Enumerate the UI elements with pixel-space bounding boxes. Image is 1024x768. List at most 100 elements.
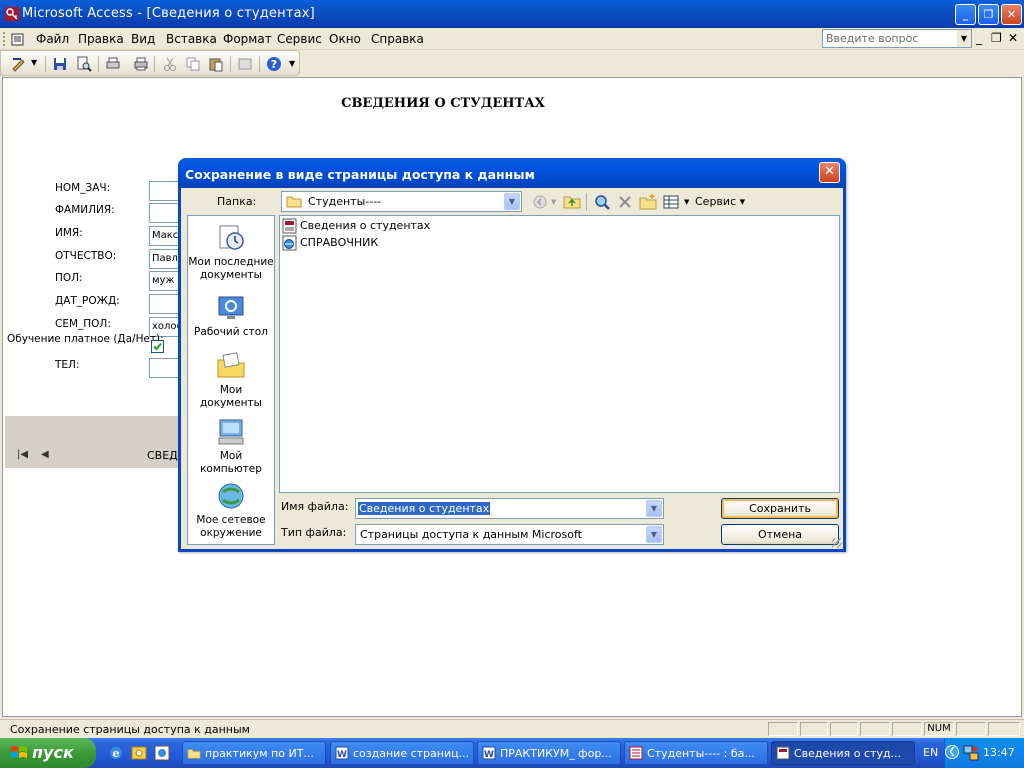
document-icon[interactable] [10, 31, 26, 47]
new-folder-icon[interactable] [639, 193, 657, 211]
maximize-button[interactable]: ❐ [978, 4, 999, 25]
filename-input[interactable]: Сведения о студентах ▼ [355, 498, 664, 519]
place-label-my-computer: Мой компьютер [200, 450, 262, 475]
status-cell [768, 722, 798, 736]
task-button-active[interactable]: Сведения о студ... [771, 741, 915, 765]
views-dropdown-icon[interactable]: ▼ [684, 198, 689, 206]
toolbar-options-icon[interactable]: ▼ [289, 59, 295, 68]
show-hidden-icons-icon[interactable]: ❮ [945, 745, 959, 759]
file-search-icon[interactable] [76, 56, 92, 72]
cancel-button[interactable]: Отмена [721, 524, 839, 545]
menu-insert[interactable]: Вставка [166, 32, 217, 46]
help-icon[interactable]: ? [266, 56, 282, 72]
menu-view[interactable]: Вид [131, 32, 155, 46]
svg-text:e: e [113, 747, 120, 760]
paid-education-checkbox[interactable] [151, 340, 164, 353]
word-document-icon: W [335, 746, 349, 760]
web-page-icon [282, 235, 297, 251]
place-desktop[interactable]: Рабочий стол [188, 292, 274, 339]
design-view-icon[interactable] [11, 56, 27, 72]
ask-question-input[interactable]: Введите вопрос [822, 29, 972, 48]
place-my-documents[interactable]: Мои документы [188, 350, 274, 410]
dialog-title: Сохранение в виде страницы доступа к дан… [185, 167, 535, 182]
checkmark-icon [153, 342, 162, 351]
task-button[interactable]: Студенты---- : ба... [624, 741, 768, 765]
place-label-recent: Мои последние документы [188, 256, 274, 281]
menu-window[interactable]: Окно [329, 32, 361, 46]
menu-grip[interactable] [3, 32, 6, 46]
language-indicator[interactable]: EN [923, 746, 938, 759]
resize-grip-icon[interactable] [832, 538, 842, 548]
search-web-icon[interactable] [593, 193, 611, 211]
task-button[interactable]: W создание страниц... [330, 741, 474, 765]
back-dropdown-icon[interactable]: ▼ [551, 198, 556, 206]
place-my-computer[interactable]: Мой компьютер [188, 416, 274, 476]
task-button[interactable]: практикум по ИТ... [182, 741, 326, 765]
folder-icon [286, 196, 302, 208]
print-preview-icon[interactable] [105, 56, 121, 72]
delete-icon[interactable] [616, 193, 634, 211]
filetype-select[interactable]: Страницы доступа к данным Microsoft ▼ [355, 524, 664, 545]
print-icon[interactable] [133, 56, 149, 72]
office-links-icon[interactable] [237, 56, 253, 72]
status-cell [800, 722, 828, 736]
network-status-icon[interactable] [963, 745, 979, 761]
previous-record-icon[interactable]: ◀ [41, 449, 49, 460]
back-icon[interactable] [531, 193, 549, 211]
outlook-icon[interactable] [131, 745, 147, 761]
my-documents-icon [217, 352, 245, 378]
ask-dropdown-arrow-icon[interactable]: ▼ [957, 30, 971, 47]
dialog-service-menu[interactable]: Сервис ▾ [695, 195, 745, 208]
folder-dropdown-arrow-icon[interactable]: ▼ [504, 193, 520, 210]
folder-icon [187, 749, 201, 759]
place-label-desktop: Рабочий стол [194, 326, 268, 338]
system-tray: ❮ 13:47 [944, 738, 1024, 768]
num-lock-indicator: NUM [924, 722, 954, 736]
place-recent-documents[interactable]: Мои последние документы [188, 222, 274, 282]
file-item[interactable]: СПРАВОЧНИК [282, 235, 378, 251]
views-icon[interactable] [662, 193, 680, 211]
file-list[interactable]: Сведения о студентах СПРАВОЧНИК [279, 215, 840, 493]
mdi-close-button[interactable]: ✕ [1008, 31, 1018, 45]
desktop-icon [218, 296, 244, 319]
cut-icon[interactable] [162, 56, 178, 72]
place-network[interactable]: Мое сетевое окружение [188, 480, 274, 540]
up-folder-icon[interactable] [563, 193, 581, 211]
ie-shortcut-icon[interactable] [154, 745, 170, 761]
access-database-icon [629, 746, 643, 760]
mdi-restore-button[interactable]: ❐ [991, 31, 1002, 45]
menu-file[interactable]: Файл [36, 32, 69, 46]
field-label-dat-rozhd: ДАТ_РОЖД: [55, 295, 120, 307]
menu-edit[interactable]: Правка [78, 32, 124, 46]
svg-text:W: W [337, 750, 347, 760]
title-bar[interactable]: Microsoft Access - [Сведения о студентах… [0, 0, 1024, 28]
close-button[interactable]: ✕ [1001, 4, 1022, 25]
menu-format[interactable]: Формат [223, 32, 272, 46]
view-dropdown-arrow-icon[interactable]: ▼ [31, 58, 37, 67]
start-label: пуск [32, 743, 74, 762]
file-item[interactable]: Сведения о студентах [282, 218, 430, 234]
mdi-minimize-button[interactable]: _ [976, 31, 982, 45]
filetype-dropdown-arrow-icon[interactable]: ▼ [646, 526, 662, 543]
minimize-button[interactable]: _ [955, 4, 976, 25]
copy-icon[interactable] [185, 56, 201, 72]
internet-explorer-icon[interactable]: e [108, 745, 124, 761]
field-label-sem-pol: СЕМ_ПОЛ: [55, 318, 111, 330]
save-button[interactable]: Сохранить [721, 498, 839, 519]
task-label: Студенты---- : ба... [647, 747, 755, 760]
menu-service[interactable]: Сервис [277, 32, 322, 46]
menu-help[interactable]: Справка [371, 32, 424, 46]
windows-logo-icon [11, 746, 27, 758]
first-record-icon[interactable]: |◀ [17, 449, 28, 460]
start-button[interactable]: пуск [0, 738, 96, 768]
paste-icon[interactable] [208, 56, 224, 72]
task-button[interactable]: W ПРАКТИКУМ_ фор... [477, 741, 621, 765]
dialog-title-bar[interactable]: Сохранение в виде страницы доступа к дан… [178, 158, 846, 188]
dialog-close-button[interactable]: ✕ [819, 162, 840, 183]
save-icon[interactable] [52, 56, 68, 72]
folder-select[interactable]: Студенты---- ▼ [281, 191, 522, 212]
field-label-nom-zach: НОМ_ЗАЧ: [55, 182, 111, 194]
places-bar: Мои последние документы Рабочий стол Мои… [187, 215, 275, 545]
filename-dropdown-arrow-icon[interactable]: ▼ [646, 500, 662, 517]
filetype-value: Страницы доступа к данным Microsoft [360, 528, 582, 541]
